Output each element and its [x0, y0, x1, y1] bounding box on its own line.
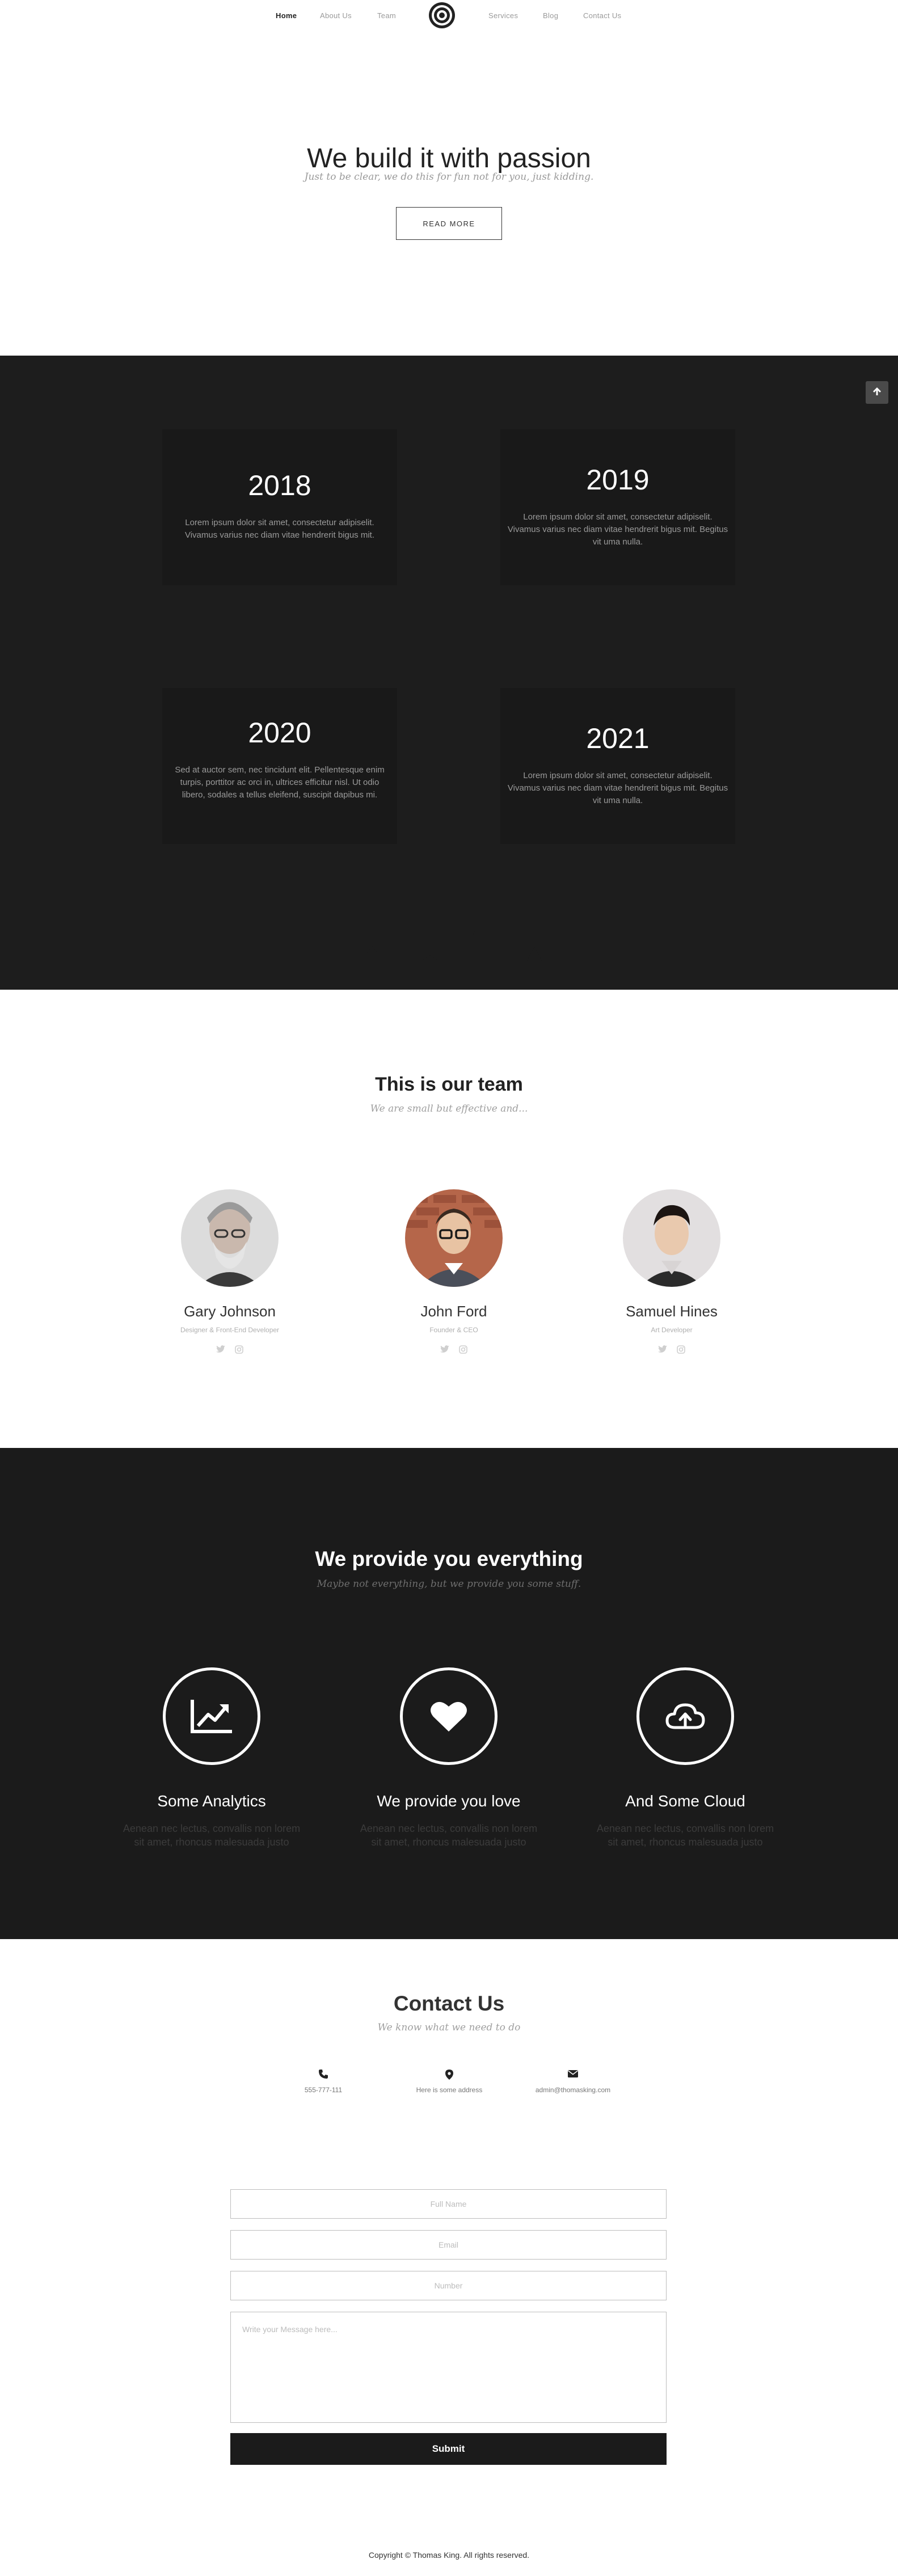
- timeline-section: [0, 356, 898, 990]
- member-role: Designer & Front-End Developer: [180, 1326, 280, 1334]
- page: Home About Us Team Services Blog Contact…: [0, 0, 898, 2576]
- nav-blog-link[interactable]: Blog: [543, 11, 558, 20]
- member-social-links: [162, 1344, 298, 1354]
- member-name: John Ford: [420, 1303, 487, 1320]
- member-role: Founder & CEO: [429, 1326, 478, 1334]
- avatar: [405, 1189, 503, 1287]
- contact-phone-value: 555-777-111: [304, 2086, 343, 2094]
- team-title: This is our team: [375, 1074, 523, 1095]
- member-social-links: [386, 1344, 522, 1354]
- team-subtitle: We are small but effective and...: [370, 1103, 528, 1114]
- timeline-year: 2021: [586, 723, 650, 754]
- member-social-links: [604, 1344, 740, 1354]
- submit-button[interactable]: Submit: [230, 2433, 667, 2465]
- twitter-icon[interactable]: [440, 1344, 450, 1354]
- nav-contact-link[interactable]: Contact Us: [583, 11, 621, 20]
- contact-address-value: Here is some address: [416, 2086, 483, 2094]
- service-description: Aenean nec lectus, convallis non lorem s…: [596, 1823, 774, 1848]
- contact-phone: 555-777-111: [267, 2069, 380, 2094]
- contact-email-value[interactable]: admin@thomasking.com: [516, 2086, 630, 2094]
- timeline-text: Lorem ipsum dolor sit amet, consectetur …: [507, 512, 728, 547]
- service-name: Some Analytics: [157, 1792, 266, 1810]
- email-input[interactable]: [230, 2230, 667, 2260]
- twitter-icon[interactable]: [216, 1344, 226, 1354]
- nav-team-link[interactable]: Team: [377, 11, 396, 20]
- full-name-input[interactable]: [230, 2189, 667, 2219]
- service-item: Some Analytics Aenean nec lectus, conval…: [121, 1667, 302, 1849]
- back-to-top-button[interactable]: [866, 381, 888, 404]
- services-title: We provide you everything: [315, 1547, 583, 1570]
- timeline-year: 2020: [248, 717, 311, 749]
- timeline-card: 2021 Lorem ipsum dolor sit amet, consect…: [500, 688, 735, 844]
- avatar: [181, 1189, 279, 1287]
- hero-title: We build it with passion: [307, 143, 591, 174]
- twitter-icon[interactable]: [657, 1344, 668, 1354]
- team-member-card: Samuel Hines Art Developer: [604, 1189, 740, 1354]
- hero-subtitle: Just to be clear, we do this for fun not…: [304, 171, 594, 183]
- map-pin-icon: [393, 2069, 506, 2083]
- instagram-icon[interactable]: [234, 1344, 244, 1354]
- member-role: Art Developer: [651, 1326, 693, 1334]
- envelope-icon: [516, 2069, 630, 2083]
- timeline-card: 2020 Sed at auctor sem, nec tincidunt el…: [162, 688, 397, 844]
- service-item: We provide you love Aenean nec lectus, c…: [358, 1667, 539, 1849]
- service-name: And Some Cloud: [625, 1792, 745, 1810]
- footer-copyright: Copyright © Thomas King. All rights rese…: [368, 2550, 530, 2560]
- number-input[interactable]: [230, 2271, 667, 2300]
- top-navigation: Home About Us Team Services Blog Contact…: [0, 0, 898, 32]
- team-member-card: Gary Johnson Designer & Front-End Develo…: [162, 1189, 298, 1354]
- contact-address: Here is some address: [393, 2069, 506, 2094]
- avatar: [623, 1189, 720, 1287]
- timeline-card: 2019 Lorem ipsum dolor sit amet, consect…: [500, 429, 735, 585]
- timeline-text: Lorem ipsum dolor sit amet, consectetur …: [507, 771, 728, 805]
- team-member-card: John Ford Founder & CEO: [386, 1189, 522, 1354]
- instagram-icon[interactable]: [458, 1344, 468, 1354]
- timeline-year: 2018: [248, 470, 311, 501]
- city-skyline: [0, 913, 898, 980]
- service-description: Aenean nec lectus, convallis non lorem s…: [360, 1823, 538, 1848]
- member-name: Samuel Hines: [626, 1303, 718, 1320]
- heart-icon: [400, 1667, 498, 1765]
- timeline-text: Sed at auctor sem, nec tincidunt elit. P…: [175, 765, 385, 800]
- contact-email: admin@thomasking.com: [516, 2069, 630, 2094]
- member-name: Gary Johnson: [184, 1303, 276, 1320]
- instagram-icon[interactable]: [676, 1344, 686, 1354]
- nav-home-link[interactable]: Home: [276, 11, 297, 20]
- nav-services-link[interactable]: Services: [488, 11, 518, 20]
- timeline-card: 2018 Lorem ipsum dolor sit amet, consect…: [162, 429, 397, 585]
- nav-about-link[interactable]: About Us: [320, 11, 352, 20]
- message-textarea[interactable]: [230, 2312, 667, 2423]
- service-description: Aenean nec lectus, convallis non lorem s…: [123, 1823, 301, 1848]
- arrow-up-icon: [871, 386, 883, 400]
- contact-subtitle: We know what we need to do: [377, 2022, 521, 2033]
- services-subtitle: Maybe not everything, but we provide you…: [317, 1578, 581, 1590]
- phone-icon: [267, 2069, 380, 2083]
- timeline-year: 2019: [586, 464, 650, 496]
- target-icon[interactable]: [428, 1, 456, 29]
- chart-icon: [163, 1667, 260, 1765]
- cloud-upload-icon: [636, 1667, 734, 1765]
- service-name: We provide you love: [377, 1792, 521, 1810]
- service-item: And Some Cloud Aenean nec lectus, conval…: [595, 1667, 776, 1849]
- timeline-text: Lorem ipsum dolor sit amet, consectetur …: [184, 518, 375, 540]
- contact-title: Contact Us: [393, 1992, 505, 2015]
- read-more-button[interactable]: READ MORE: [396, 207, 502, 240]
